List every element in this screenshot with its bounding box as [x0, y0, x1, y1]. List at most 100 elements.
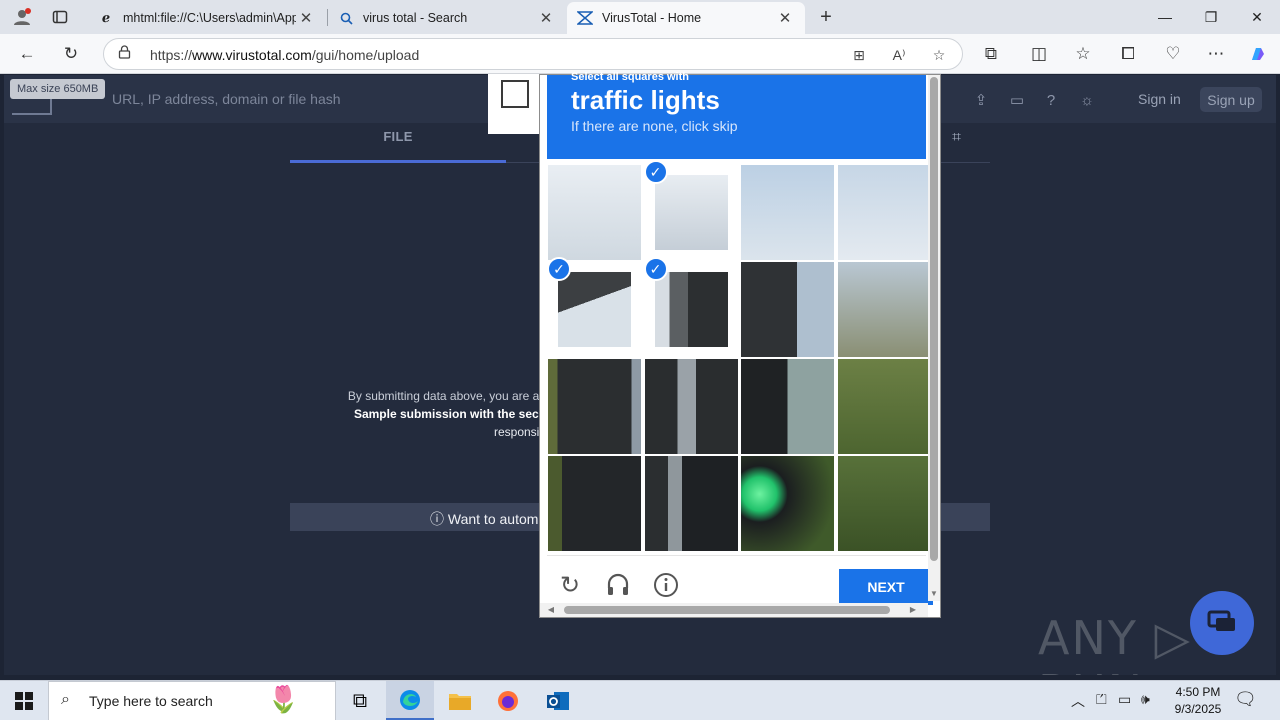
chat-notification-icon[interactable]: ▭ [1006, 89, 1028, 111]
captcha-tile[interactable] [740, 164, 835, 261]
captcha-tile-image [548, 359, 641, 454]
scroll-down-arrow[interactable]: ▼ [928, 589, 940, 601]
theme-toggle-icon[interactable]: ☼ [1076, 89, 1098, 111]
minimize-icon[interactable]: — [1142, 0, 1188, 34]
captcha-checkbox-frame [488, 74, 544, 134]
captcha-vertical-scrollbar[interactable]: ▼ [928, 75, 940, 601]
terms-line: responsib [493, 425, 546, 439]
captcha-tile[interactable] [740, 455, 835, 552]
taskbar-search[interactable]: ⌕ Type here to search 🌷 [48, 681, 336, 720]
chat-button[interactable] [1190, 591, 1254, 655]
edge-taskbar-icon[interactable] [386, 681, 434, 720]
captcha-tile[interactable] [643, 358, 739, 455]
captcha-tile[interactable] [740, 261, 835, 358]
max-size-tooltip: Max size 650MB [10, 79, 106, 99]
network-icon[interactable]: ▭ [1118, 691, 1131, 708]
file-explorer-icon[interactable] [436, 681, 484, 720]
close-window-icon[interactable]: ✕ [1234, 0, 1280, 34]
tray-device-icon[interactable]: ⏍ [1096, 691, 1107, 708]
search-icon: ⌕ [61, 691, 70, 708]
captcha-tile-image [741, 456, 834, 551]
tab-title: mhtml:file://C:\Users\admin\AppD [123, 11, 296, 25]
captcha-checkbox[interactable] [501, 80, 529, 108]
captcha-horizontal-scrollbar[interactable]: ◀ ▶ [540, 603, 928, 617]
close-tab-icon[interactable]: ✕ [536, 9, 556, 27]
captcha-tile[interactable] [836, 164, 932, 261]
captcha-tile[interactable] [547, 164, 642, 261]
reload-icon[interactable]: ↻ [555, 570, 585, 600]
ie-icon: ℯ [101, 10, 111, 25]
captcha-tile[interactable] [547, 455, 642, 552]
refresh-icon[interactable]: ↻ [56, 40, 86, 68]
scrollbar-thumb[interactable] [564, 606, 890, 614]
app-install-icon[interactable]: ⊞ [848, 44, 870, 66]
scrollbar-thumb[interactable] [930, 77, 938, 561]
address-bar[interactable]: https://www.virustotal.com/gui/home/uplo… [103, 38, 963, 70]
volume-icon[interactable]: 🕪 [1141, 691, 1150, 708]
tab-virustotal-home[interactable]: VirusTotal - Home ✕ [567, 2, 805, 34]
captcha-challenge: Select all squares with traffic lights I… [539, 71, 941, 618]
captcha-tile-image [654, 272, 728, 347]
captcha-tile[interactable] [547, 358, 642, 455]
profile-icon[interactable] [8, 5, 36, 29]
captcha-tile-image [837, 262, 931, 357]
tulips-decoration-icon: 🌷 [267, 684, 300, 714]
firefox-icon[interactable] [484, 681, 532, 720]
more-menu-icon[interactable]: ⋯ [1201, 40, 1231, 68]
restore-icon[interactable]: ❐ [1188, 0, 1234, 34]
search-icon [338, 10, 354, 26]
tab-bing-search[interactable]: virus total - Search ✕ [328, 2, 566, 34]
search-tab-icon[interactable]: ⌗ [952, 129, 961, 147]
browser-tab-strip: ℯ mhtml:file://C:\Users\admin\AppD ✕ vir… [0, 0, 1280, 34]
tab-file[interactable]: FILE [290, 129, 506, 163]
sign-up-button[interactable]: Sign up [1200, 87, 1262, 112]
next-button[interactable]: NEXT [839, 569, 933, 605]
back-icon[interactable]: ← [12, 40, 42, 68]
close-tab-icon[interactable]: ✕ [296, 9, 316, 27]
favorites-icon[interactable]: ☆ [1068, 40, 1098, 68]
favorite-star-icon[interactable]: ☆ [928, 44, 950, 66]
captcha-tile[interactable] [740, 358, 835, 455]
captcha-tile[interactable] [836, 358, 932, 455]
windows-start-icon[interactable] [0, 681, 48, 720]
sign-in-link[interactable]: Sign in [1138, 91, 1181, 107]
clock-date: 9/3/2025 [1174, 702, 1222, 716]
terms-notice: By submitting data above, you are ag Sam… [334, 387, 546, 441]
lock-icon[interactable] [118, 45, 131, 62]
tray-overflow-icon[interactable]: ︿ [1071, 691, 1085, 711]
tab-mhtml[interactable]: ℯ mhtml:file://C:\Users\admin\AppD ✕ [88, 2, 326, 34]
extensions-icon[interactable]: ⧉ [976, 40, 1006, 68]
captcha-tile-image [741, 262, 834, 357]
check-icon: ✓ [547, 257, 571, 281]
collections-icon[interactable]: ⧠ [1113, 40, 1143, 68]
new-tab-button[interactable]: + [812, 5, 840, 29]
check-icon: ✓ [643, 257, 668, 281]
copilot-icon[interactable] [1243, 40, 1273, 68]
browser-essentials-icon[interactable]: ♡ [1158, 40, 1188, 68]
task-view-icon[interactable]: ⧉ [336, 681, 384, 720]
captcha-tile[interactable] [836, 261, 932, 358]
captcha-tile[interactable] [836, 455, 932, 552]
scroll-left-arrow[interactable]: ◀ [544, 603, 558, 617]
help-icon[interactable]: ? [1040, 89, 1062, 111]
scroll-right-arrow[interactable]: ▶ [906, 603, 920, 617]
audio-challenge-icon[interactable] [603, 570, 633, 600]
upload-icon[interactable]: ⇪ [970, 89, 992, 111]
tab-title: virus total - Search [363, 11, 468, 25]
outlook-icon[interactable] [534, 681, 582, 720]
terms-line: By submitting data above, you are ag [347, 389, 546, 403]
vt-search-input[interactable]: URL, IP address, domain or file hash [112, 91, 341, 107]
system-clock[interactable]: 4:50 PM 9/3/2025 [1160, 684, 1236, 718]
info-icon[interactable] [651, 570, 681, 600]
captcha-tile[interactable] [643, 455, 739, 552]
captcha-tile-image [741, 359, 834, 454]
split-screen-icon[interactable]: ◫ [1024, 40, 1054, 68]
tab-actions-icon[interactable] [46, 5, 74, 29]
captcha-tile-image [644, 359, 738, 454]
check-icon: ✓ [643, 160, 668, 184]
captcha-tile-image [741, 165, 834, 260]
tab-title: VirusTotal - Home [602, 11, 702, 25]
read-aloud-icon[interactable]: A⁾ [888, 44, 910, 66]
notification-icon[interactable]: 🗨 [1234, 689, 1257, 710]
close-tab-icon[interactable]: ✕ [775, 9, 795, 27]
